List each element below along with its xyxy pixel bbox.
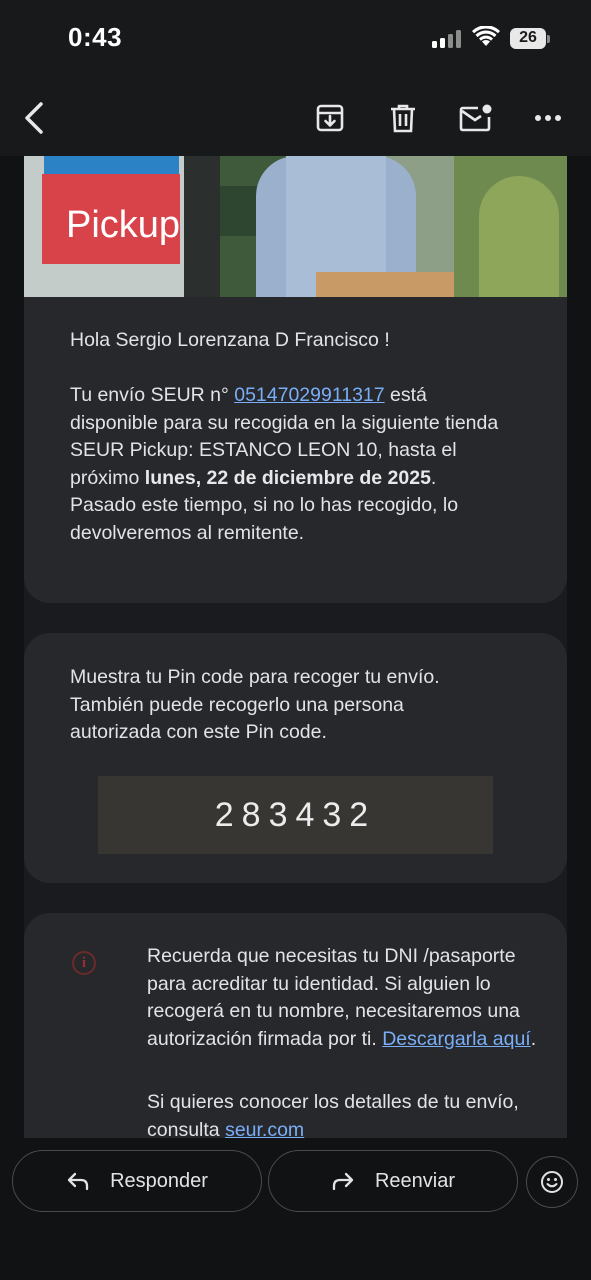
cellular-signal-icon bbox=[432, 30, 462, 48]
pin-intro-text: Muestra tu Pin code para recoger tu enví… bbox=[70, 666, 440, 743]
info-icon: i bbox=[72, 951, 96, 975]
emoji-icon bbox=[541, 1171, 563, 1193]
deadline-date: lunes, 22 de diciembre de 2025 bbox=[144, 466, 431, 489]
greeting-card: Hola Sergio Lorenzana D Francisco ! Tu e… bbox=[24, 297, 567, 603]
back-button[interactable] bbox=[8, 92, 60, 144]
shipment-text: . bbox=[430, 466, 437, 489]
reply-icon bbox=[67, 1172, 89, 1191]
reply-button[interactable]: Responder bbox=[12, 1150, 262, 1212]
pin-code-box: 283432 bbox=[98, 776, 493, 854]
shipment-text: Tu envío SEUR n° bbox=[70, 384, 235, 406]
reply-action-bar: Responder Reenviar bbox=[0, 1138, 591, 1280]
delete-button[interactable] bbox=[377, 92, 429, 144]
pickup-sign-text: Pickup bbox=[66, 204, 181, 246]
download-authorization-link[interactable]: Descargarla aquí bbox=[382, 1028, 531, 1050]
id-notice-paragraph: Recuerda que necesitas tu DNI /pasaporte… bbox=[147, 943, 542, 1053]
info-card: Recuerda que necesitas tu DNI /pasaporte… bbox=[24, 913, 567, 1138]
reply-label: Responder bbox=[110, 1169, 208, 1192]
battery-nub bbox=[547, 35, 550, 43]
battery-icon: 26 bbox=[510, 28, 546, 49]
archive-button[interactable] bbox=[304, 92, 356, 144]
trash-icon bbox=[391, 104, 415, 133]
tracking-number-link[interactable]: 05147029911317 bbox=[234, 384, 384, 406]
forward-button[interactable]: Reenviar bbox=[268, 1150, 518, 1212]
mail-unread-icon bbox=[459, 104, 492, 132]
greeting-text: Hola Sergio Lorenzana D Francisco ! bbox=[70, 329, 390, 351]
email-body: Pickup Hola Sergio Lorenzana D Francisco… bbox=[24, 156, 567, 1138]
more-horizontal-icon bbox=[535, 115, 561, 121]
hero-image: Pickup bbox=[24, 156, 567, 297]
shipment-paragraph: Tu envío SEUR n° 05147029911317 está dis… bbox=[70, 382, 520, 547]
status-time: 0:43 bbox=[68, 22, 123, 52]
id-notice-text: . bbox=[530, 1027, 537, 1050]
chevron-left-icon bbox=[25, 102, 43, 134]
forward-icon bbox=[332, 1172, 354, 1191]
return-notice: Pasado este tiempo, si no lo has recogid… bbox=[70, 494, 459, 544]
pin-code: 283432 bbox=[214, 795, 377, 834]
wifi-icon bbox=[472, 26, 500, 46]
seur-website-link[interactable]: seur.com bbox=[225, 1119, 304, 1139]
status-bar: 0:43 26 bbox=[0, 0, 591, 80]
details-paragraph: Si quieres conocer los detalles de tu en… bbox=[147, 1089, 542, 1138]
battery-level: 26 bbox=[519, 29, 537, 46]
forward-label: Reenviar bbox=[374, 1169, 456, 1192]
more-button[interactable] bbox=[522, 92, 574, 144]
emoji-reaction-button[interactable] bbox=[526, 1156, 578, 1208]
mark-unread-button[interactable] bbox=[450, 92, 502, 144]
parcel-box bbox=[316, 272, 456, 297]
details-text: Si quieres conocer los detalles de tu en… bbox=[147, 1091, 519, 1138]
mail-toolbar bbox=[0, 80, 591, 156]
archive-icon bbox=[316, 104, 344, 132]
